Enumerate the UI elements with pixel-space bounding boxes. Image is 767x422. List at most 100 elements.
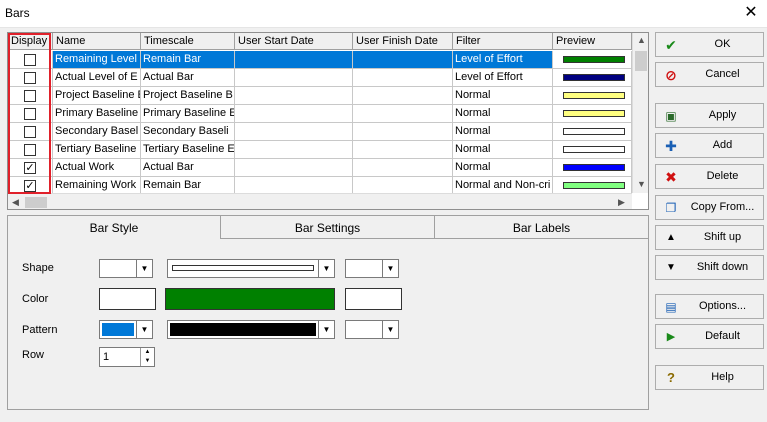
- table-row[interactable]: Secondary Basel Secondary Baseli Normal: [8, 123, 632, 141]
- timescale-cell[interactable]: Tertiary Baseline E: [141, 141, 235, 159]
- display-cell[interactable]: [8, 123, 53, 141]
- finish-cell[interactable]: [353, 141, 453, 159]
- timescale-cell[interactable]: Actual Bar: [141, 69, 235, 87]
- display-cell[interactable]: [8, 87, 53, 105]
- scroll-up-icon[interactable]: ▲: [637, 35, 646, 45]
- delete-button[interactable]: ✖ Delete: [655, 164, 764, 189]
- scroll-right-icon[interactable]: ▶: [618, 197, 625, 208]
- table-row[interactable]: ✓ Actual Work Actual Bar Normal: [8, 159, 632, 177]
- filter-cell[interactable]: Level of Effort: [453, 51, 553, 69]
- help-button[interactable]: ? Help: [655, 365, 764, 390]
- display-checkbox[interactable]: ✓: [24, 180, 36, 192]
- finish-cell[interactable]: [353, 51, 453, 69]
- col-display[interactable]: Display: [8, 33, 53, 50]
- table-row[interactable]: Remaining Level of Remain Bar Level of Eff…: [8, 51, 632, 69]
- display-cell[interactable]: [8, 51, 53, 69]
- filter-cell[interactable]: Normal: [453, 105, 553, 123]
- filter-cell[interactable]: Normal: [453, 123, 553, 141]
- timescale-cell[interactable]: Project Baseline B: [141, 87, 235, 105]
- timescale-cell[interactable]: Primary Baseline E: [141, 105, 235, 123]
- tab-bar-labels[interactable]: Bar Labels: [434, 215, 649, 239]
- start-cell[interactable]: [235, 159, 353, 177]
- col-user-finish-date[interactable]: User Finish Date: [353, 33, 453, 50]
- start-cell[interactable]: [235, 123, 353, 141]
- col-timescale[interactable]: Timescale: [141, 33, 235, 50]
- preview-cell[interactable]: [553, 51, 632, 69]
- name-cell[interactable]: Secondary Basel: [53, 123, 141, 141]
- timescale-cell[interactable]: Remain Bar: [141, 51, 235, 69]
- name-cell[interactable]: Actual Work: [53, 159, 141, 177]
- start-cell[interactable]: [235, 141, 353, 159]
- scroll-thumb[interactable]: [635, 51, 647, 71]
- bars-grid[interactable]: Display Name Timescale User Start Date U…: [7, 32, 649, 210]
- display-cell[interactable]: [8, 105, 53, 123]
- preview-cell[interactable]: [553, 87, 632, 105]
- scroll-down-icon[interactable]: ▼: [637, 179, 646, 189]
- filter-cell[interactable]: Normal: [453, 87, 553, 105]
- preview-cell[interactable]: [553, 159, 632, 177]
- name-cell[interactable]: Actual Level of E: [53, 69, 141, 87]
- finish-cell[interactable]: [353, 87, 453, 105]
- finish-cell[interactable]: [353, 69, 453, 87]
- tab-bar-style[interactable]: Bar Style: [7, 215, 221, 239]
- display-checkbox[interactable]: [24, 144, 36, 156]
- table-row[interactable]: Tertiary Baseline Tertiary Baseline E Norm…: [8, 141, 632, 159]
- display-cell[interactable]: [8, 141, 53, 159]
- display-checkbox[interactable]: [24, 54, 36, 66]
- vertical-scrollbar[interactable]: ▲ ▼: [632, 33, 648, 193]
- filter-cell[interactable]: Normal: [453, 159, 553, 177]
- finish-cell[interactable]: [353, 105, 453, 123]
- preview-cell[interactable]: [553, 141, 632, 159]
- table-row[interactable]: Primary Baseline Primary Baseline E Normal: [8, 105, 632, 123]
- timescale-cell[interactable]: Actual Bar: [141, 159, 235, 177]
- finish-cell[interactable]: [353, 159, 453, 177]
- preview-cell[interactable]: [553, 105, 632, 123]
- options-button[interactable]: ▤ Options...: [655, 294, 764, 319]
- table-row[interactable]: Actual Level of E Actual Bar Level of Effo…: [8, 69, 632, 87]
- default-button[interactable]: ▶ Default: [655, 324, 764, 349]
- col-preview[interactable]: Preview: [553, 33, 632, 50]
- start-cell[interactable]: [235, 51, 353, 69]
- col-user-start-date[interactable]: User Start Date: [235, 33, 353, 50]
- horizontal-scrollbar[interactable]: ◀ ▶: [8, 193, 632, 209]
- color-end-swatch[interactable]: [345, 288, 402, 310]
- shape-start-select[interactable]: ▼: [99, 259, 153, 278]
- shift-up-button[interactable]: ▲ Shift up: [655, 225, 764, 250]
- col-filter[interactable]: Filter: [453, 33, 553, 50]
- table-row[interactable]: Project Baseline E Project Baseline B Norm…: [8, 87, 632, 105]
- name-cell[interactable]: Project Baseline E: [53, 87, 141, 105]
- row-spinner[interactable]: 1 ▲ ▼: [99, 347, 155, 367]
- add-button[interactable]: ✚ Add: [655, 133, 764, 158]
- shape-middle-select[interactable]: ▼: [167, 259, 335, 278]
- shift-down-button[interactable]: ▼ Shift down: [655, 255, 764, 280]
- finish-cell[interactable]: [353, 123, 453, 141]
- name-cell[interactable]: Remaining Level of: [53, 51, 141, 69]
- scroll-thumb-horizontal[interactable]: [25, 197, 47, 208]
- cancel-button[interactable]: ⊘ Cancel: [655, 62, 764, 87]
- display-checkbox[interactable]: ✓: [24, 162, 36, 174]
- display-checkbox[interactable]: [24, 108, 36, 120]
- display-cell[interactable]: [8, 69, 53, 87]
- display-cell[interactable]: ✓: [8, 159, 53, 177]
- display-checkbox[interactable]: [24, 90, 36, 102]
- copy-from-button[interactable]: ❐ Copy From...: [655, 195, 764, 220]
- tab-bar-settings[interactable]: Bar Settings: [220, 215, 435, 239]
- col-name[interactable]: Name: [53, 33, 141, 50]
- pattern-middle-select[interactable]: ▼: [167, 320, 335, 339]
- filter-cell[interactable]: Normal: [453, 141, 553, 159]
- pattern-start-select[interactable]: ▼: [99, 320, 153, 339]
- color-middle-swatch[interactable]: [165, 288, 335, 310]
- shape-end-select[interactable]: ▼: [345, 259, 399, 278]
- start-cell[interactable]: [235, 105, 353, 123]
- display-checkbox[interactable]: [24, 72, 36, 84]
- start-cell[interactable]: [235, 87, 353, 105]
- start-cell[interactable]: [235, 69, 353, 87]
- scroll-left-icon[interactable]: ◀: [12, 197, 19, 208]
- filter-cell[interactable]: Level of Effort: [453, 69, 553, 87]
- name-cell[interactable]: Tertiary Baseline: [53, 141, 141, 159]
- ok-button[interactable]: ✔ OK: [655, 32, 764, 57]
- apply-button[interactable]: ▣ Apply: [655, 103, 764, 128]
- preview-cell[interactable]: [553, 69, 632, 87]
- timescale-cell[interactable]: Secondary Baseli: [141, 123, 235, 141]
- color-start-swatch[interactable]: [99, 288, 156, 310]
